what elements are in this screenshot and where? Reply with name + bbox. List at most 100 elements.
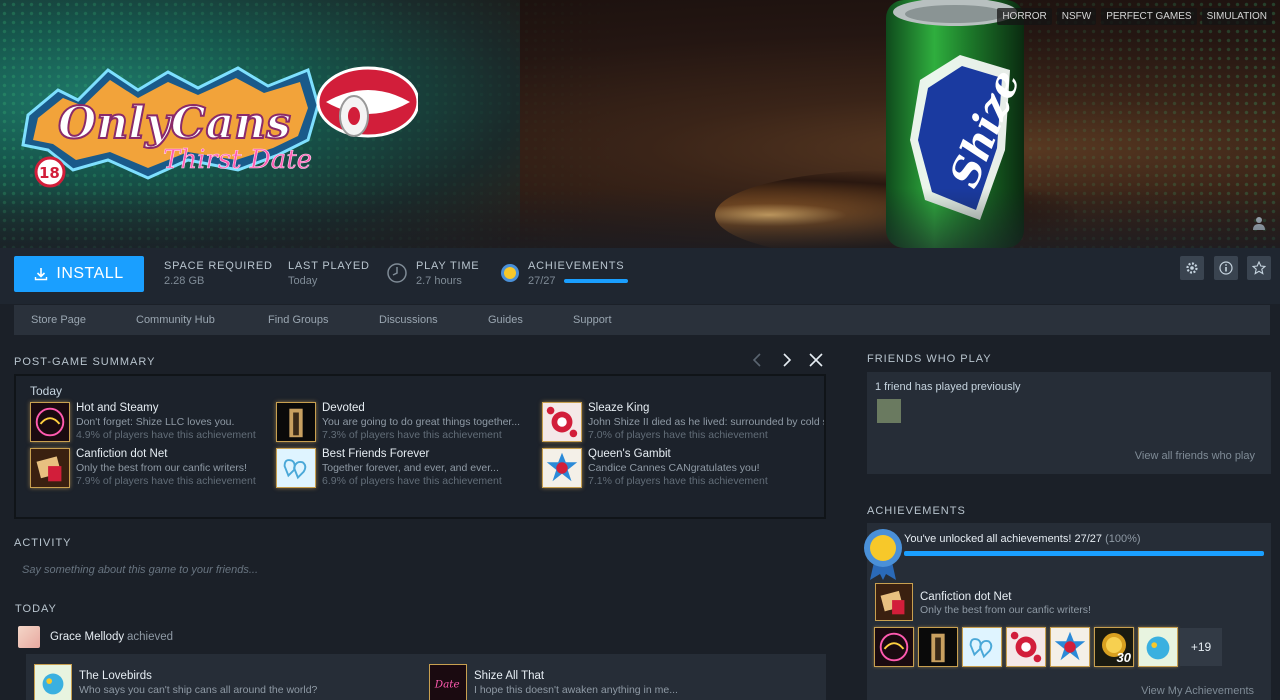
close-icon[interactable] <box>808 352 824 368</box>
achievement-item[interactable]: Best Friends Forever Together forever, a… <box>276 448 526 492</box>
avatar[interactable] <box>877 399 901 423</box>
action-bar: INSTALL SPACE REQUIRED 2.28 GB LAST PLAY… <box>0 248 1280 304</box>
achievement-desc: You are going to do great things togethe… <box>322 416 521 428</box>
medal-icon <box>864 529 902 580</box>
activity-input[interactable]: Say something about this game to your fr… <box>14 558 826 584</box>
tag-list: HORROR NSFW PERFECT GAMES SIMULATION <box>997 8 1272 25</box>
view-achievements-link[interactable]: View My Achievements <box>1141 685 1254 697</box>
queens-gambit-icon[interactable] <box>1050 627 1090 667</box>
devoted-icon <box>276 402 316 442</box>
nav-support[interactable]: Support <box>573 314 612 326</box>
shize-all-that-icon: Date <box>429 664 467 700</box>
download-icon <box>35 268 48 281</box>
game-logo: OnlyCans Thirst Date 18 <box>21 66 418 188</box>
avatar[interactable] <box>18 626 40 648</box>
activity-placeholder: Say something about this game to your fr… <box>22 564 259 576</box>
achievement-pct: 7.9% of players have this achievement <box>76 475 256 487</box>
clock-icon <box>387 263 407 283</box>
achievement-pct: 7.1% of players have this achievement <box>588 475 768 487</box>
post-game-summary: Today Hot and Steamy Don't forget: Shize… <box>14 374 826 519</box>
nav-store-page[interactable]: Store Page <box>31 314 86 326</box>
gear-icon <box>1186 262 1198 274</box>
feed-action: achieved <box>127 631 174 643</box>
sleaze-king-icon[interactable] <box>1006 627 1046 667</box>
achievement-name: Best Friends Forever <box>322 448 430 460</box>
recent-achievement-name: Canfiction dot Net <box>920 591 1012 603</box>
feed-item-desc: Who says you can't ship cans all around … <box>79 684 318 696</box>
favorite-button[interactable] <box>1247 256 1271 280</box>
tag-simulation[interactable]: SIMULATION <box>1201 8 1272 25</box>
chevron-left-icon[interactable] <box>750 352 766 368</box>
nav-guides[interactable]: Guides <box>488 314 523 326</box>
age-rating: 18 <box>39 164 60 182</box>
achievement-desc: Together forever, and ever, and ever... <box>322 462 499 474</box>
last-played-value: Today <box>288 275 318 287</box>
info-icon <box>1219 261 1233 275</box>
achievement-item[interactable]: Sleaze King John Shize II died as he liv… <box>542 402 826 446</box>
install-button[interactable]: INSTALL <box>14 256 144 292</box>
info-button[interactable] <box>1214 256 1238 280</box>
hot-steamy-icon[interactable] <box>874 627 914 667</box>
logo-title: OnlyCans <box>58 98 291 149</box>
canfiction-icon[interactable] <box>875 583 913 621</box>
space-value: 2.28 GB <box>164 275 205 287</box>
achievement-name: Devoted <box>322 402 365 414</box>
play-time-stat: PLAY TIME 2.7 hours <box>416 260 479 287</box>
tag-nsfw[interactable]: NSFW <box>1056 8 1097 25</box>
space-required-stat: SPACE REQUIRED 2.28 GB <box>164 260 273 287</box>
coin-achievement[interactable]: 30 <box>1094 627 1134 667</box>
play-time-value: 2.7 hours <box>416 275 462 287</box>
achievement-pct: 4.9% of players have this achievement <box>76 429 256 441</box>
activity-title: ACTIVITY <box>14 537 72 549</box>
tag-perfect-games[interactable]: PERFECT GAMES <box>1101 8 1197 25</box>
nav-community-hub[interactable]: Community Hub <box>136 314 215 326</box>
nav-find-groups[interactable]: Find Groups <box>268 314 329 326</box>
recent-achievement-desc: Only the best from our canfic writers! <box>920 604 1091 616</box>
hero-banner: OnlyCans Thirst Date 18 Shize HORROR NSF… <box>0 0 1280 248</box>
achievement-desc: John Shize II died as he lived: surround… <box>588 416 826 428</box>
achievement-name: Hot and Steamy <box>76 402 159 414</box>
friends-title: FRIENDS WHO PLAY <box>867 353 992 365</box>
achievement-item[interactable]: Queen's Gambit Candice Cannes CANgratula… <box>542 448 792 492</box>
unlocked-text: You've unlocked all achievements! 27/27 <box>904 533 1102 545</box>
lovebirds-icon[interactable] <box>1138 627 1178 667</box>
view-friends-link[interactable]: View all friends who play <box>1135 450 1255 462</box>
sleaze-king-icon <box>542 402 582 442</box>
more-achievements-button[interactable]: +19 <box>1180 628 1222 666</box>
bff-icon <box>276 448 316 488</box>
settings-button[interactable] <box>1180 256 1204 280</box>
achievement-item[interactable]: Hot and Steamy Don't forget: Shize LLC l… <box>30 402 280 446</box>
feed-user-name[interactable]: Grace Mellody <box>50 631 124 643</box>
achievement-desc: Don't forget: Shize LLC loves you. <box>76 416 235 428</box>
achievements-progress-bar <box>564 279 628 283</box>
lovebirds-icon <box>34 664 72 700</box>
tag-horror[interactable]: HORROR <box>997 8 1052 25</box>
feed-card: The Lovebirds Who says you can't ship ca… <box>26 654 826 700</box>
achievement-desc: Only the best from our canfic writers! <box>76 462 247 474</box>
achievement-desc: Candice Cannes CANgratulates you! <box>588 462 760 474</box>
bff-icon[interactable] <box>962 627 1002 667</box>
achievements-panel-progress <box>904 551 1264 556</box>
achievement-item[interactable]: Devoted You are going to do great things… <box>276 402 526 446</box>
canfiction-icon <box>30 448 70 488</box>
friends-text: 1 friend has played previously <box>875 381 1021 393</box>
hot-steamy-icon <box>30 402 70 442</box>
achievement-name: Canfiction dot Net <box>76 448 168 460</box>
chevron-right-icon[interactable] <box>778 352 794 368</box>
achievement-pct: 6.9% of players have this achievement <box>322 475 502 487</box>
devoted-icon[interactable] <box>918 627 958 667</box>
logo-subtitle: Thirst Date <box>163 145 312 175</box>
nav-discussions[interactable]: Discussions <box>379 314 438 326</box>
achievement-pct: 7.3% of players have this achievement <box>322 429 502 441</box>
unlocked-pct: (100%) <box>1105 533 1141 545</box>
svg-text:Date: Date <box>434 679 460 691</box>
game-nav: Store Page Community Hub Find Groups Dis… <box>14 305 1270 335</box>
coin-badge: 30 <box>1116 650 1131 665</box>
feed-item-name: The Lovebirds <box>79 670 152 682</box>
achievement-name: Queen's Gambit <box>588 448 671 460</box>
star-icon <box>1252 261 1266 275</box>
achievement-item[interactable]: Canfiction dot Net Only the best from ou… <box>30 448 280 492</box>
achievement-pct: 7.0% of players have this achievement <box>588 429 768 441</box>
achievements-unlocked-text: You've unlocked all achievements! 27/27 … <box>904 533 1141 545</box>
achievement-medal-icon <box>501 264 519 282</box>
